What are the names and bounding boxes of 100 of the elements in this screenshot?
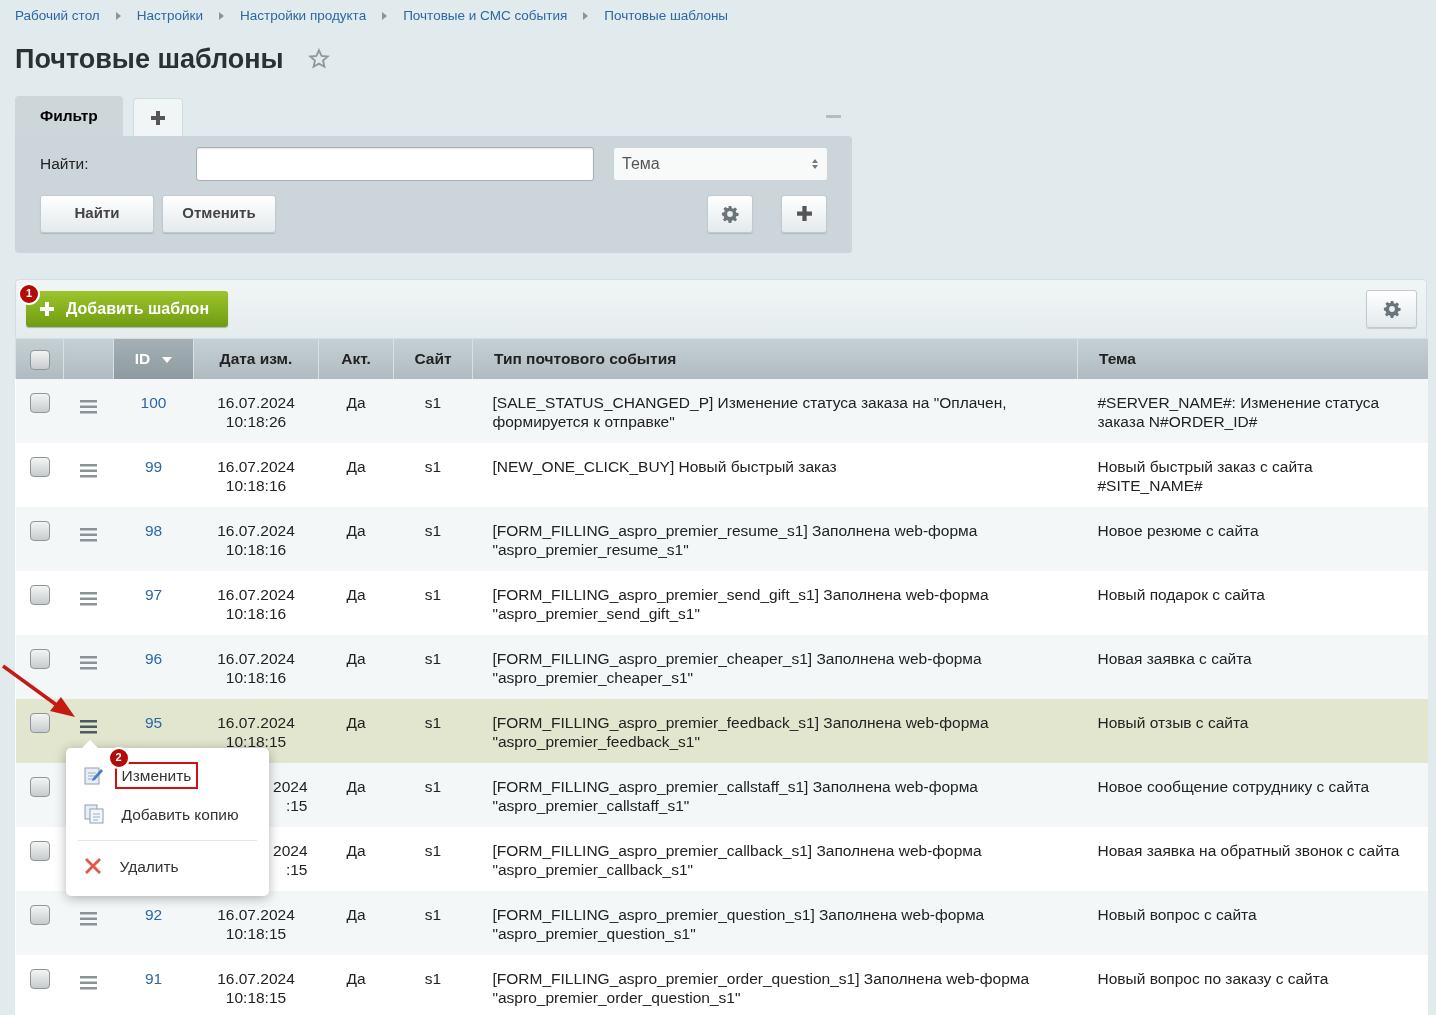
- column-header[interactable]: Тема: [1099, 350, 1136, 367]
- site-text: s1: [423, 456, 443, 476]
- plus-icon: [39, 300, 55, 317]
- site-text: s1: [423, 648, 443, 668]
- subject-text: Новая заявка с сайта: [1097, 648, 1253, 668]
- site-text: s1: [423, 584, 443, 604]
- checkbox[interactable]: [29, 584, 50, 605]
- step-badge: 1: [18, 282, 40, 305]
- find-button[interactable]: Найти: [40, 194, 154, 233]
- chevron-icon: [218, 12, 224, 21]
- step-badge: 2: [107, 746, 130, 769]
- find-label: Найти:: [40, 154, 89, 174]
- checkbox[interactable]: [29, 520, 50, 541]
- breadcrumb-link[interactable]: Рабочий стол: [15, 6, 100, 27]
- date-text: 16.07.2024: [216, 712, 296, 732]
- checkbox[interactable]: [29, 968, 50, 989]
- delete-icon: [83, 857, 102, 876]
- time-text: 10:18:16: [224, 539, 288, 559]
- active-text: Да: [345, 776, 367, 796]
- id-link[interactable]: 99: [144, 457, 163, 475]
- settings-button[interactable]: [1366, 289, 1417, 328]
- menu-icon[interactable]: [80, 911, 97, 926]
- add-filter-tab[interactable]: [132, 97, 183, 136]
- time-text: 10:18:15: [224, 987, 288, 1007]
- menu-item[interactable]: Добавить копию: [65, 794, 269, 834]
- menu-icon[interactable]: [80, 655, 97, 670]
- menu-icon[interactable]: [80, 719, 97, 734]
- cancel-button[interactable]: Отменить: [162, 194, 276, 233]
- menu-icon[interactable]: [80, 975, 97, 990]
- date-text: 16.07.2024: [216, 520, 296, 540]
- checkbox[interactable]: [29, 648, 50, 669]
- menu-icon[interactable]: [80, 463, 97, 478]
- id-link[interactable]: 97: [144, 585, 163, 603]
- settings-icon: [721, 204, 739, 223]
- checkbox[interactable]: [29, 392, 50, 413]
- column-header[interactable]: Акт.: [341, 350, 371, 367]
- active-text: Да: [345, 520, 367, 540]
- site-text: s1: [423, 712, 443, 732]
- checkbox[interactable]: [29, 776, 50, 797]
- active-text: Да: [345, 904, 367, 924]
- date-text: 2024: [272, 840, 308, 860]
- active-text: Да: [345, 712, 367, 732]
- star-icon[interactable]: [307, 48, 330, 71]
- breadcrumb-link[interactable]: Почтовые шаблоны: [604, 6, 729, 27]
- checkbox[interactable]: [29, 349, 50, 370]
- chevron-icon: [382, 12, 388, 21]
- checkbox[interactable]: [29, 712, 50, 733]
- date-text: 16.07.2024: [216, 904, 296, 924]
- active-text: Да: [345, 968, 367, 988]
- filter-tab[interactable]: Фильтр: [15, 95, 123, 136]
- subject-text: Новый подарок с сайта: [1097, 584, 1266, 604]
- subject-text: Новое сообщение сотруднику с сайта: [1097, 776, 1371, 796]
- id-link[interactable]: 92: [144, 905, 163, 923]
- event-type-text: [FORM_FILLING_aspro_premier_cheaper_s1] Заполнена web-форма "aspro_premier_cheaper_s1": [492, 648, 983, 687]
- settings-icon: [1382, 299, 1401, 318]
- checkbox[interactable]: [29, 456, 50, 477]
- breadcrumb-link[interactable]: Настройки: [136, 6, 203, 27]
- time-text: 10:18:16: [224, 603, 288, 623]
- breadcrumb-link[interactable]: Почтовые и СМС события: [403, 6, 568, 27]
- subject-text: Новый быстрый заказ с сайта #SITE_NAME#: [1097, 456, 1314, 495]
- subject-text: Новая заявка на обратный звонок с сайта: [1097, 840, 1401, 860]
- date-text: 16.07.2024: [216, 584, 296, 604]
- event-type-text: [FORM_FILLING_aspro_premier_feedback_s1] Заполнена web-форма "aspro_premier_feedback_s1": [492, 712, 990, 751]
- event-type-text: [NEW_ONE_CLICK_BUY] Новый быстрый заказ: [492, 456, 838, 476]
- time-text: 10:18:15: [224, 923, 288, 943]
- id-link[interactable]: 91: [144, 969, 163, 987]
- settings-button[interactable]: [707, 194, 753, 233]
- search-field[interactable]: [195, 146, 594, 181]
- checkbox[interactable]: [29, 904, 50, 925]
- id-link[interactable]: 100: [140, 393, 167, 411]
- event-type-text: [SALE_STATUS_CHANGED_P] Изменение статуса заказа на "Оплачен, формируется к отправке": [492, 392, 1008, 431]
- plus-icon: [795, 205, 813, 223]
- id-link[interactable]: 95: [144, 713, 163, 731]
- column-header[interactable]: Сайт: [414, 350, 452, 367]
- event-type-text: [FORM_FILLING_aspro_premier_callback_s1] Заполнена web-форма "aspro_premier_callback_s1": [492, 840, 983, 879]
- chevron-icon: [115, 12, 121, 21]
- menu-icon[interactable]: [80, 399, 97, 414]
- site-text: s1: [423, 520, 443, 540]
- active-text: Да: [345, 584, 367, 604]
- menu-icon[interactable]: [80, 527, 97, 542]
- id-link[interactable]: 96: [144, 649, 163, 667]
- date-text: 16.07.2024: [216, 456, 296, 476]
- site-text: s1: [423, 968, 443, 988]
- subject-text: #SERVER_NAME#: Изменение статуса заказа N#ORDER_ID#: [1097, 392, 1381, 431]
- breadcrumb-link[interactable]: Настройки продукта: [239, 6, 367, 27]
- menu-icon[interactable]: [80, 591, 97, 606]
- chevron-icon: [583, 12, 589, 21]
- id-link[interactable]: 98: [144, 521, 163, 539]
- add-field-button[interactable]: [781, 194, 827, 233]
- minimize-icon[interactable]: [826, 114, 841, 118]
- checkbox[interactable]: [29, 840, 50, 861]
- plus-icon: [149, 110, 166, 127]
- column-header[interactable]: Тип почтового события: [494, 350, 677, 367]
- subject-text: Новый вопрос по заказу с сайта: [1097, 968, 1330, 988]
- time-text: 10:18:16: [224, 475, 288, 495]
- event-type-text: [FORM_FILLING_aspro_premier_question_s1] Заполнена web-форма "aspro_premier_question_s1": [492, 904, 986, 943]
- subject-text: Новый вопрос с сайта: [1097, 904, 1258, 924]
- menu-item[interactable]: Удалить: [65, 846, 269, 886]
- active-text: Да: [345, 392, 367, 412]
- field-select[interactable]: Тема: [613, 146, 828, 181]
